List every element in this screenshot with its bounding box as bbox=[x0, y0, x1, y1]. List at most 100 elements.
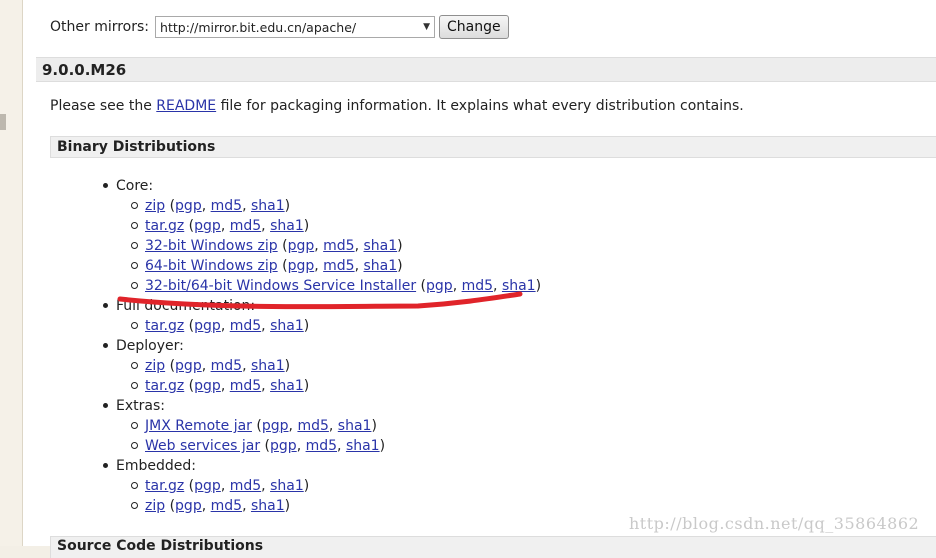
download-link[interactable]: tar.gz bbox=[145, 378, 184, 394]
circle-bullet-icon bbox=[131, 381, 138, 389]
readme-link[interactable]: README bbox=[156, 98, 216, 114]
circle-bullet-icon bbox=[131, 441, 138, 449]
dist-item: tar.gz (pgp, md5, sha1) bbox=[131, 316, 309, 336]
signature-link-pgp[interactable]: pgp bbox=[175, 198, 202, 214]
signature-link-sha1[interactable]: sha1 bbox=[270, 478, 304, 494]
signature-link-md5[interactable]: md5 bbox=[230, 318, 261, 334]
dist-group-label: Embedded: bbox=[103, 456, 196, 476]
signature-link-md5[interactable]: md5 bbox=[211, 498, 242, 514]
dist-item: 64-bit Windows zip (pgp, md5, sha1) bbox=[131, 256, 403, 276]
dist-group-text: Deployer: bbox=[116, 338, 184, 354]
signature-link-pgp[interactable]: pgp bbox=[194, 218, 221, 234]
download-link[interactable]: zip bbox=[145, 198, 165, 214]
signature-link-sha1[interactable]: sha1 bbox=[251, 358, 285, 374]
signature-link-pgp[interactable]: pgp bbox=[426, 278, 453, 294]
signature-link-sha1[interactable]: sha1 bbox=[270, 218, 304, 234]
signature-link-pgp[interactable]: pgp bbox=[288, 238, 315, 254]
readme-intro: Please see the README file for packaging… bbox=[50, 98, 744, 114]
download-link[interactable]: zip bbox=[145, 498, 165, 514]
dist-item: tar.gz (pgp, md5, sha1) bbox=[131, 376, 309, 396]
signature-link-md5[interactable]: md5 bbox=[306, 438, 337, 454]
dist-group-label: Full documentation: bbox=[103, 296, 255, 316]
circle-bullet-icon bbox=[131, 481, 138, 489]
dist-item: zip (pgp, md5, sha1) bbox=[131, 356, 290, 376]
circle-bullet-icon bbox=[131, 321, 138, 329]
signature-link-md5[interactable]: md5 bbox=[462, 278, 493, 294]
circle-bullet-icon bbox=[131, 421, 138, 429]
download-link[interactable]: 64-bit Windows zip bbox=[145, 258, 278, 274]
signature-link-pgp[interactable]: pgp bbox=[194, 318, 221, 334]
dist-group-label: Extras: bbox=[103, 396, 165, 416]
signature-link-md5[interactable]: md5 bbox=[230, 378, 261, 394]
dist-item: tar.gz (pgp, md5, sha1) bbox=[131, 216, 309, 236]
dist-group-text: Core: bbox=[116, 178, 154, 194]
mirror-dropdown[interactable]: http://mirror.bit.edu.cn/apache/ ▼ bbox=[155, 16, 436, 38]
dist-group-label: Deployer: bbox=[103, 336, 184, 356]
download-link[interactable]: 32-bit/64-bit Windows Service Installer bbox=[145, 278, 416, 294]
signature-link-pgp[interactable]: pgp bbox=[270, 438, 297, 454]
signature-link-md5[interactable]: md5 bbox=[211, 198, 242, 214]
dist-item: tar.gz (pgp, md5, sha1) bbox=[131, 476, 309, 496]
dist-group-text: Embedded: bbox=[116, 458, 196, 474]
mirror-label: Other mirrors: bbox=[50, 19, 150, 35]
dist-group-text: Full documentation: bbox=[116, 298, 256, 314]
bullet-icon bbox=[103, 402, 108, 408]
source-distributions-heading: Source Code Distributions bbox=[50, 536, 936, 558]
dist-item: JMX Remote jar (pgp, md5, sha1) bbox=[131, 416, 377, 436]
signature-link-sha1[interactable]: sha1 bbox=[364, 258, 398, 274]
circle-bullet-icon bbox=[131, 221, 138, 229]
watermark-text: http://blog.csdn.net/qq_35864862 bbox=[629, 514, 920, 533]
signature-link-sha1[interactable]: sha1 bbox=[364, 238, 398, 254]
signature-link-sha1[interactable]: sha1 bbox=[251, 498, 285, 514]
circle-bullet-icon bbox=[131, 361, 138, 369]
signature-link-pgp[interactable]: pgp bbox=[194, 378, 221, 394]
signature-link-md5[interactable]: md5 bbox=[323, 238, 354, 254]
dist-item: 32-bit/64-bit Windows Service Installer … bbox=[131, 276, 541, 296]
scroll-marker bbox=[0, 114, 6, 130]
signature-link-md5[interactable]: md5 bbox=[211, 358, 242, 374]
dist-group-label: Core: bbox=[103, 176, 153, 196]
change-mirror-button[interactable]: Change bbox=[439, 15, 509, 39]
download-link[interactable]: zip bbox=[145, 358, 165, 374]
signature-link-sha1[interactable]: sha1 bbox=[502, 278, 536, 294]
dist-item: 32-bit Windows zip (pgp, md5, sha1) bbox=[131, 236, 403, 256]
dist-group-text: Extras: bbox=[116, 398, 165, 414]
signature-link-md5[interactable]: md5 bbox=[323, 258, 354, 274]
download-link[interactable]: JMX Remote jar bbox=[145, 418, 252, 434]
signature-link-md5[interactable]: md5 bbox=[230, 478, 261, 494]
signature-link-pgp[interactable]: pgp bbox=[262, 418, 289, 434]
download-link[interactable]: Web services jar bbox=[145, 438, 260, 454]
download-link[interactable]: tar.gz bbox=[145, 218, 184, 234]
signature-link-pgp[interactable]: pgp bbox=[175, 358, 202, 374]
circle-bullet-icon bbox=[131, 501, 138, 509]
bullet-icon bbox=[103, 302, 108, 308]
circle-bullet-icon bbox=[131, 241, 138, 249]
signature-link-sha1[interactable]: sha1 bbox=[270, 378, 304, 394]
download-link[interactable]: tar.gz bbox=[145, 478, 184, 494]
bullet-icon bbox=[103, 342, 108, 348]
signature-link-pgp[interactable]: pgp bbox=[288, 258, 315, 274]
circle-bullet-icon bbox=[131, 261, 138, 269]
page-content: Other mirrors: http://mirror.bit.edu.cn/… bbox=[23, 0, 936, 558]
bullet-icon bbox=[103, 462, 108, 468]
signature-link-sha1[interactable]: sha1 bbox=[251, 198, 285, 214]
signature-link-sha1[interactable]: sha1 bbox=[338, 418, 372, 434]
dist-item: Web services jar (pgp, md5, sha1) bbox=[131, 436, 385, 456]
signature-link-md5[interactable]: md5 bbox=[230, 218, 261, 234]
mirror-dropdown-value: http://mirror.bit.edu.cn/apache/ bbox=[160, 19, 357, 35]
left-page-margin bbox=[0, 0, 23, 546]
mirror-selector-row: Other mirrors: http://mirror.bit.edu.cn/… bbox=[50, 14, 509, 40]
binary-distributions-heading: Binary Distributions bbox=[50, 136, 936, 158]
signature-link-md5[interactable]: md5 bbox=[297, 418, 328, 434]
signature-link-pgp[interactable]: pgp bbox=[175, 498, 202, 514]
signature-link-pgp[interactable]: pgp bbox=[194, 478, 221, 494]
circle-bullet-icon bbox=[131, 281, 138, 289]
download-link[interactable]: tar.gz bbox=[145, 318, 184, 334]
dist-item: zip (pgp, md5, sha1) bbox=[131, 196, 290, 216]
version-heading: 9.0.0.M26 bbox=[36, 57, 936, 82]
signature-link-sha1[interactable]: sha1 bbox=[270, 318, 304, 334]
dist-item: zip (pgp, md5, sha1) bbox=[131, 496, 290, 516]
download-link[interactable]: 32-bit Windows zip bbox=[145, 238, 278, 254]
chevron-down-icon: ▼ bbox=[423, 22, 431, 32]
signature-link-sha1[interactable]: sha1 bbox=[346, 438, 380, 454]
